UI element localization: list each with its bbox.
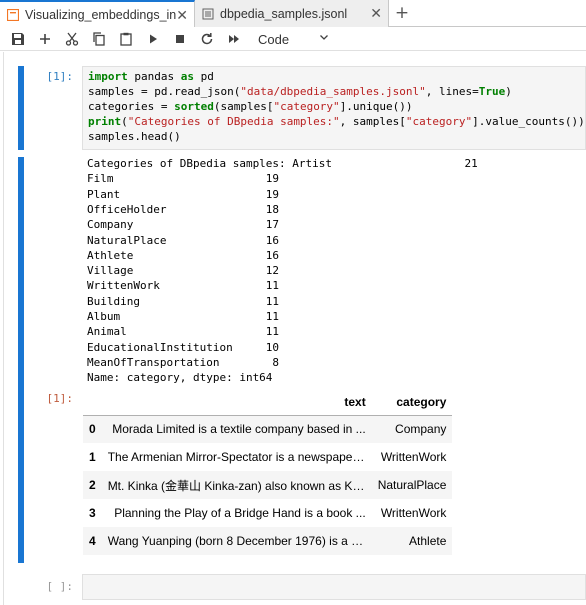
stdout-line: Plant 19 [87,187,280,201]
cell-type-label: Code [258,31,290,47]
cell-text: Planning the Play of a Bridge Hand is a … [114,506,366,520]
table-row: 2 Mt. Kinka (金華山 Kinka-zan) also known as… [83,471,453,499]
tab-notebook-label: Visualizing_embeddings_in_3D.ipynb [25,8,176,22]
row-index: 4 [89,534,96,548]
run-icon[interactable] [144,30,162,48]
input-prompt: [1]: [46,70,74,83]
table-header-row: text category [83,389,453,416]
stdout-line: Village 12 [87,264,280,278]
cell-category: WrittenWork [380,506,447,520]
stdout-line: NaturalPlace 16 [87,233,280,247]
chevron-down-icon [320,35,328,40]
cell-text: Mt. Kinka (金華山 Kinka-zan) also known as … [107,478,372,493]
cell-category: NaturalPlace [377,478,447,492]
row-index: 3 [89,506,96,520]
output-prompt: [1]: [46,392,74,405]
table-row: 4 Wang Yuanping (born 8 December 1976) is… [83,527,453,555]
panel-border [3,52,4,605]
cell-text: Wang Yuanping (born 8 December 1976) is … [107,534,372,548]
stdout-line: Categories of DBpedia samples: Artist 21 [87,157,478,170]
stdout-line: Company 17 [87,218,280,232]
close-icon[interactable]: ✕ [176,7,188,24]
stdout-line: OfficeHolder 18 [87,202,280,216]
table-header [83,389,102,416]
row-index: 1 [89,450,96,464]
cell-category: Athlete [409,534,447,548]
cut-icon[interactable] [63,30,81,48]
paste-icon[interactable] [117,30,135,48]
code-line: import pandas as pd [88,70,214,83]
cell-text: The Armenian Mirror-Spectator is a newsp… [107,450,370,464]
stdout-line: Athlete 16 [87,248,280,262]
close-icon[interactable]: ✕ [370,5,382,22]
output-collapser[interactable] [18,157,24,563]
cell-category: Company [395,422,447,437]
code-line: print("Categories of DBpedia samples:", … [88,115,585,128]
table-header: text [101,389,372,416]
add-icon[interactable] [36,30,54,48]
cell-text: Morada Limited is a textile company base… [112,422,366,437]
table-row: 1 The Armenian Mirror-Spectator is a news… [83,443,452,471]
notebook-icon [6,8,20,22]
code-line: categories = sorted(samples["category"].… [88,100,413,113]
row-index: 0 [89,422,96,437]
stdout-line: Film 19 [87,172,280,186]
stdout-line: Animal 11 [87,325,280,339]
notebook-toolbar: Code [0,27,586,51]
cell-category: WrittenWork [380,450,447,464]
notebook-panel: [1]: import pandas as pd samples = pd.re… [0,52,586,605]
stdout-line: Building 11 [87,294,280,308]
code-line: samples = pd.read_json("data/dbpedia_sam… [88,85,512,98]
tab-notebook[interactable]: Visualizing_embeddings_in_3D.ipynb ✕ [0,0,195,28]
row-index: 2 [89,478,96,492]
save-icon[interactable] [9,30,27,48]
tab-jsonl[interactable]: dbpedia_samples.jsonl ✕ [195,0,389,27]
stop-icon[interactable] [171,30,189,48]
code-line: samples.head() [88,130,181,143]
add-tab-icon[interactable]: + [391,3,413,25]
table-row: 3 Planning the Play of a Bridge Hand is a… [83,499,452,527]
copy-icon[interactable] [90,30,108,48]
empty-code-editor[interactable] [82,574,586,600]
tab-jsonl-label: dbpedia_samples.jsonl [220,6,348,21]
tab-bar: Visualizing_embeddings_in_3D.ipynb ✕ dbp… [0,0,586,28]
fast-forward-icon[interactable] [225,30,243,48]
table-header: category [371,389,453,416]
file-icon [202,8,214,20]
stdout-line: Name: category, dtype: int64 [87,371,273,385]
stdout-line: Album 11 [87,310,280,323]
dataframe-table: text category 0 Morada Limited is a texti… [83,389,453,555]
stdout-line: EducationalInstitution 10 [87,340,280,354]
stdout-line: MeanOfTransportation 8 [87,355,280,369]
code-editor[interactable]: import pandas as pd samples = pd.read_js… [82,66,586,150]
restart-icon[interactable] [198,30,216,48]
cell-type-select[interactable]: Code [252,29,332,49]
stdout-line: WrittenWork 11 [87,279,280,293]
table-row: 0 Morada Limited is a textile company bas… [83,415,453,443]
empty-cell-prompt: [ ]: [46,580,74,593]
